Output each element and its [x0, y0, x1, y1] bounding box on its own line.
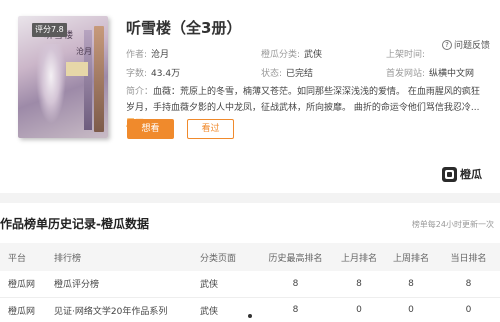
category-field: 橙瓜分类: 武侠 [261, 47, 386, 60]
cell-last-week-rank: 8 [385, 271, 437, 298]
col-category: 分类页面 [192, 243, 258, 271]
cell-category: 武侠 [192, 297, 258, 322]
feedback-label: 问题反馈 [454, 41, 491, 51]
site-label: 首发网站: [386, 69, 426, 79]
col-today-rank: 当日排名 [437, 243, 500, 271]
col-last-month-rank: 上月排名 [333, 243, 385, 271]
scroll-indicator [248, 314, 252, 318]
words-value: 43.4万 [151, 69, 181, 79]
author-value[interactable]: 沧月 [151, 47, 169, 60]
chenggua-logo-icon [442, 166, 457, 182]
col-last-week-rank: 上周排名 [385, 243, 437, 271]
table-header-row: 平台 排行榜 分类页面 历史最高排名 上月排名 上周排名 当日排名 [0, 243, 500, 271]
words-field: 字数: 43.4万 [126, 66, 261, 79]
author-label: 作者: [126, 50, 148, 60]
update-note: 榜单每24小时更新一次 [411, 220, 494, 229]
book-card: 听雪楼 沧月 评分7.8 听雪楼（全3册） ? 问题反馈 作者: 沧月 橙瓜分类… [0, 0, 500, 193]
col-platform: 平台 [0, 243, 46, 271]
cell-last-month-rank: 0 [333, 297, 385, 322]
intro-text: 血薇：荒原上的冬雪，楠薄又苍茫。如同那些深深浅浅的爱情。 在血雨腥风的疯狂岁月，… [126, 87, 480, 113]
site-field: 首发网站: 纵横中文网 [386, 66, 474, 79]
author-field: 作者: 沧月 [126, 47, 261, 60]
intro-label: 简介： [126, 87, 154, 97]
cell-category: 武侠 [192, 271, 258, 298]
site-value[interactable]: 纵横中文网 [429, 66, 474, 79]
status-label: 状态: [261, 69, 283, 79]
cell-last-month-rank: 8 [333, 271, 385, 298]
cell-highest-rank: 8 [258, 271, 333, 298]
cover-spine [94, 26, 104, 132]
col-highest-rank: 历史最高排名 [258, 243, 333, 271]
launch-label: 上架时间: [386, 50, 426, 60]
feedback-link[interactable]: ? 问题反馈 [442, 38, 490, 51]
book-intro: 简介：血薇：荒原上的冬雪，楠薄又苍茫。如同那些深深浅浅的爱情。 在血雨腥风的疯狂… [126, 84, 484, 132]
ranking-section-title: 作品榜单历史记录-橙瓜数据 [0, 217, 149, 231]
col-ranklist: 排行榜 [46, 243, 192, 271]
ranking-table: 平台 排行榜 分类页面 历史最高排名 上月排名 上周排名 当日排名 橙瓜网 橙瓜… [0, 243, 500, 322]
cell-last-week-rank: 0 [385, 297, 437, 322]
status-value: 已完结 [286, 69, 314, 79]
cell-highest-rank: 8 [258, 297, 333, 322]
table-row: 橙瓜网 橙瓜评分榜 武侠 8 8 8 8 [0, 271, 500, 298]
cell-today-rank: 8 [437, 271, 500, 298]
launch-field: 上架时间: [386, 47, 429, 60]
cell-today-rank: 0 [437, 297, 500, 322]
chenggua-logo[interactable]: 橙瓜 [442, 166, 482, 182]
rating-badge: 评分7.8 [32, 23, 67, 37]
cover-figure [36, 44, 66, 124]
want-to-read-button[interactable]: 想看 [127, 119, 174, 139]
cell-platform: 橙瓜网 [0, 271, 46, 298]
cover-stamp [66, 62, 88, 76]
cell-ranklist[interactable]: 见证·网络文学20年作品系列 [46, 297, 192, 322]
meta-row-2: 字数: 43.4万 状态: 已完结 首发网站: 纵横中文网 [126, 66, 474, 79]
cell-ranklist[interactable]: 橙瓜评分榜 [46, 271, 192, 298]
logo-text: 橙瓜 [460, 168, 482, 181]
category-label: 橙瓜分类: [261, 50, 301, 60]
meta-row-1: 作者: 沧月 橙瓜分类: 武侠 上架时间: [126, 47, 429, 60]
cell-platform: 橙瓜网 [0, 297, 46, 322]
section-divider [0, 193, 500, 203]
cover-author: 沧月 [76, 47, 92, 56]
have-read-button[interactable]: 看过 [187, 119, 234, 139]
words-label: 字数: [126, 69, 148, 79]
book-title: 听雪楼（全3册） [126, 19, 242, 37]
status-field: 状态: 已完结 [261, 66, 386, 79]
book-cover[interactable]: 听雪楼 沧月 评分7.8 [12, 10, 112, 140]
table-row: 橙瓜网 见证·网络文学20年作品系列 武侠 8 0 0 0 [0, 297, 500, 322]
category-value[interactable]: 武侠 [304, 47, 322, 60]
question-icon: ? [442, 39, 452, 50]
cover-spine-back [84, 30, 92, 130]
